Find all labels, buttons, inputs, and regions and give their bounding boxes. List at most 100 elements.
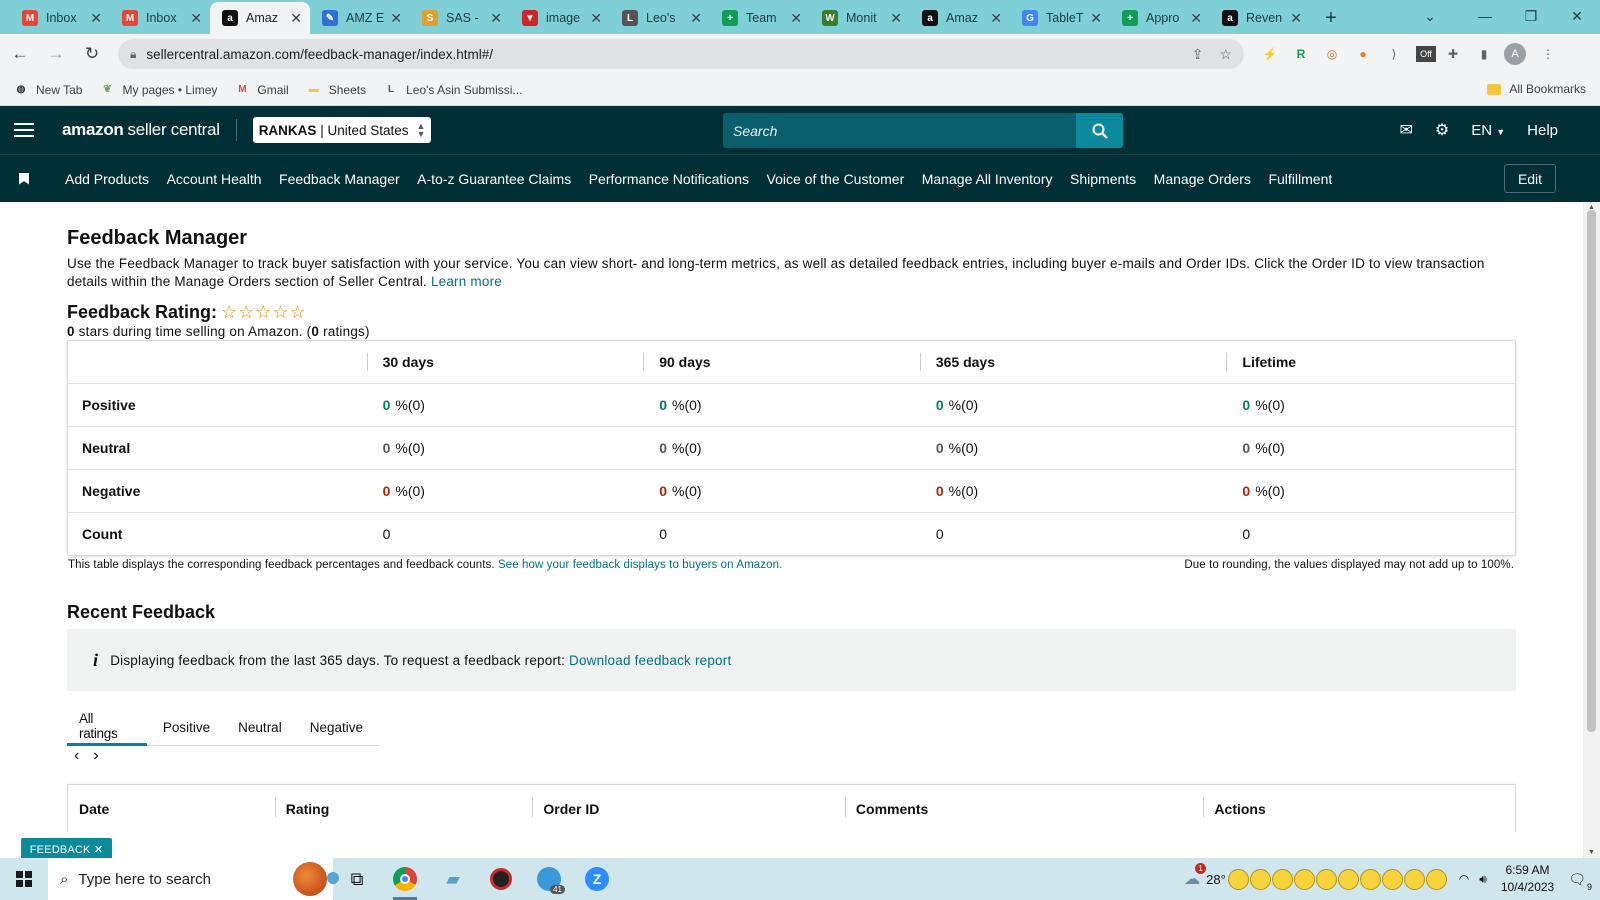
tab-search-icon[interactable]: ⌄ <box>1410 0 1450 32</box>
minimize-icon[interactable]: — <box>1462 0 1508 32</box>
bookmark-star-icon[interactable]: ☆ <box>1219 46 1232 63</box>
scroll-down-icon[interactable]: ▼ <box>1588 849 1595 856</box>
chrome-icon[interactable] <box>381 858 429 900</box>
browser-tab[interactable]: a Amaz ✕ <box>910 2 1010 34</box>
close-tab-icon[interactable]: ✕ <box>490 10 502 27</box>
tab-all-ratings[interactable]: All ratings <box>67 708 147 746</box>
task-view-icon[interactable]: ⧉ <box>333 858 381 900</box>
puzzle-icon[interactable]: ✚ <box>1439 40 1467 68</box>
nav-item-manage-all-inventory[interactable]: Manage All Inventory <box>922 171 1053 187</box>
nav-item-performance-notifications[interactable]: Performance Notifications <box>589 171 749 187</box>
browser-tab[interactable]: G TableT ✕ <box>1010 2 1110 34</box>
browser-tab[interactable]: M Inbox ✕ <box>110 2 210 34</box>
close-tab-icon[interactable]: ✕ <box>90 10 102 27</box>
close-tab-icon[interactable]: ✕ <box>990 10 1002 27</box>
browser-tab[interactable]: ✎ AMZ E ✕ <box>310 2 410 34</box>
close-tab-icon[interactable]: ✕ <box>890 10 902 27</box>
extension-icon[interactable]: R <box>1287 40 1315 68</box>
extension-icon[interactable]: ● <box>1349 40 1377 68</box>
url-bar[interactable]: 🔒︎ sellercentral.amazon.com/feedback-man… <box>118 39 1244 69</box>
feedback-pill-button[interactable]: FEEDBACK ✕ <box>21 838 112 860</box>
extension-icon[interactable]: Off <box>1416 46 1436 62</box>
side-panel-icon[interactable]: ▮ <box>1470 40 1498 68</box>
site-info-icon[interactable]: 🔒︎ <box>130 47 136 62</box>
browser-tab[interactable]: a Reven ✕ <box>1210 2 1310 34</box>
url-text[interactable]: sellercentral.amazon.com/feedback-manage… <box>146 47 1175 62</box>
nav-item-voice-of-the-customer[interactable]: Voice of the Customer <box>767 171 905 187</box>
close-tab-icon[interactable]: ✕ <box>590 10 602 27</box>
tab-negative[interactable]: Negative <box>298 708 375 746</box>
column-header[interactable]: Rating <box>274 785 533 832</box>
share-icon[interactable]: ⇪ <box>1192 46 1204 63</box>
taskbar-search-input[interactable]: ⌕ Type here to search <box>48 858 339 900</box>
bookmark-item[interactable]: ❦ My pages • Limey <box>100 83 217 97</box>
weather-temp[interactable]: 28° <box>1206 872 1226 887</box>
close-tab-icon[interactable]: ✕ <box>290 10 302 27</box>
language-selector[interactable]: EN ▼ <box>1471 122 1505 139</box>
nav-item-fulfillment[interactable]: Fulfillment <box>1268 171 1332 187</box>
mail-icon[interactable]: ✉ <box>1399 120 1412 140</box>
column-header[interactable]: Order ID <box>532 785 845 832</box>
recorder-icon[interactable] <box>477 858 525 900</box>
tab-positive[interactable]: Positive <box>151 708 222 746</box>
close-tab-icon[interactable]: ✕ <box>690 10 702 27</box>
close-window-icon[interactable]: ✕ <box>1554 0 1600 32</box>
menu-kebab-icon[interactable]: ⋮ <box>1534 40 1562 68</box>
nav-item-add-products[interactable]: Add Products <box>65 171 149 187</box>
browser-tab[interactable]: a Amaz ✕ <box>210 2 310 34</box>
nav-item-feedback-manager[interactable]: Feedback Manager <box>279 171 400 187</box>
browser-tab[interactable]: + Team ✕ <box>710 2 810 34</box>
nav-item-account-health[interactable]: Account Health <box>167 171 262 187</box>
browser-tab[interactable]: S SAS - ✕ <box>410 2 510 34</box>
gear-icon[interactable]: ⚙ <box>1435 120 1449 140</box>
close-tab-icon[interactable]: ✕ <box>790 10 802 27</box>
hamburger-menu-icon[interactable] <box>14 123 34 137</box>
restore-icon[interactable]: ❐ <box>1508 0 1554 32</box>
tab-neutral[interactable]: Neutral <box>226 708 294 746</box>
bookmark-item[interactable]: ◍ New Tab <box>14 83 83 97</box>
windows-start-button[interactable] <box>0 858 48 900</box>
extension-icon[interactable]: ⟩ <box>1380 40 1408 68</box>
system-clock[interactable]: 6:59 AM 10/4/2023 <box>1501 862 1554 896</box>
nav-item-shipments[interactable]: Shipments <box>1070 171 1136 187</box>
notepad-icon[interactable]: ▰ <box>429 858 477 900</box>
volume-icon[interactable]: 🔊︎ <box>1479 872 1487 887</box>
close-tab-icon[interactable]: ✕ <box>190 10 202 27</box>
weather-icon[interactable]: ☁ 1 <box>1184 863 1207 889</box>
browser-tab[interactable]: M Inbox ✕ <box>10 2 110 34</box>
page-scrollbar[interactable]: ▲ ▼ <box>1583 202 1600 858</box>
close-tab-icon[interactable]: ✕ <box>1190 10 1202 27</box>
edit-nav-button[interactable]: Edit <box>1504 164 1556 193</box>
nav-item-a-to-z-guarantee-claims[interactable]: A-to-z Guarantee Claims <box>417 171 571 187</box>
avatar[interactable]: A <box>1504 43 1526 65</box>
bookmark-item[interactable]: M Gmail <box>235 83 289 97</box>
bookmark-icon[interactable] <box>19 172 29 185</box>
search-button[interactable] <box>1076 113 1123 148</box>
chevron-left-icon[interactable]: ‹ <box>74 747 79 765</box>
extension-icon[interactable]: ◎ <box>1318 40 1346 68</box>
all-bookmarks[interactable]: All Bookmarks <box>1487 82 1586 96</box>
feedback-display-link[interactable]: See how your feedback displays to buyers… <box>498 559 782 571</box>
nav-item-manage-orders[interactable]: Manage Orders <box>1154 171 1251 187</box>
close-tab-icon[interactable]: ✕ <box>1090 10 1102 27</box>
forward-icon[interactable]: → <box>40 38 72 70</box>
browser-tab[interactable]: L Leo's ✕ <box>610 2 710 34</box>
browser-tab[interactable]: W Monit ✕ <box>810 2 910 34</box>
marketplace-selector[interactable]: RANKAS | United States ▲ ▼ <box>252 117 432 143</box>
column-header[interactable]: Date <box>68 785 275 832</box>
back-icon[interactable]: ← <box>4 38 36 70</box>
extension-icon[interactable]: ⚡ <box>1256 40 1284 68</box>
browser-tab[interactable]: + Appro ✕ <box>1110 2 1210 34</box>
reload-icon[interactable]: ↻ <box>76 38 108 70</box>
scrollbar-thumb[interactable] <box>1587 210 1596 732</box>
browser-tab[interactable]: ▼ image ✕ <box>510 2 610 34</box>
notifications-icon[interactable]: 🗨︎ 9 <box>1568 871 1592 892</box>
download-report-link[interactable]: Download feedback report <box>569 653 731 668</box>
search-input[interactable]: Search <box>723 113 1076 148</box>
column-header[interactable]: Comments <box>844 785 1204 832</box>
column-header[interactable]: Actions <box>1203 785 1515 832</box>
chevron-right-icon[interactable]: › <box>93 747 98 765</box>
bookmark-item[interactable]: ▬ Sheets <box>307 83 366 97</box>
zoom-icon[interactable]: Z <box>573 858 621 900</box>
telegram-icon[interactable]: 41 <box>525 858 573 900</box>
